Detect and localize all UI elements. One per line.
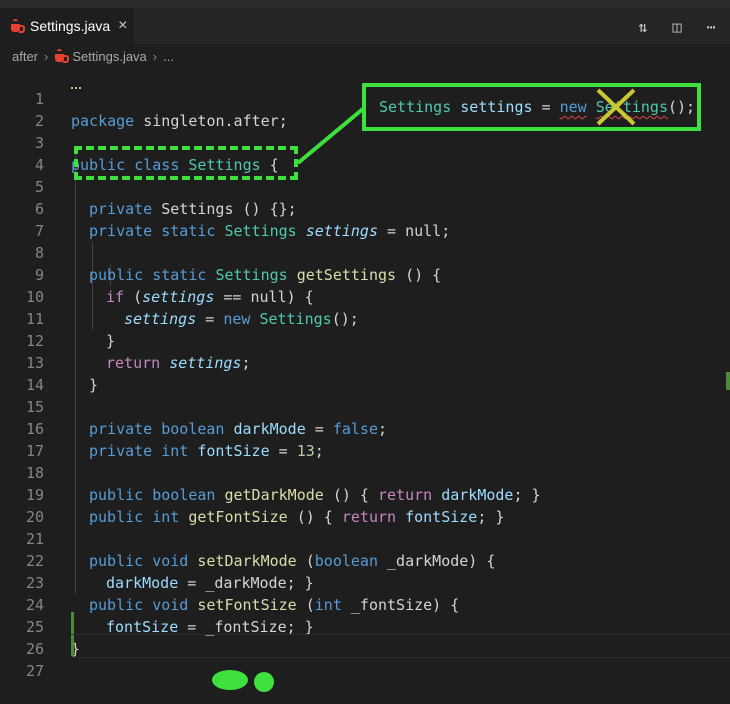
cross-out-x-icon (596, 88, 636, 126)
annotation-callout: Settings settings = new Settings(); (362, 83, 701, 131)
keyword: new (559, 98, 587, 116)
type-name: Settings (379, 98, 452, 116)
green-blob-decoration (212, 670, 248, 690)
variable: settings (460, 98, 533, 116)
code-text: (); (668, 98, 696, 116)
code-text: = (541, 98, 551, 116)
green-blob-decoration (254, 672, 274, 692)
